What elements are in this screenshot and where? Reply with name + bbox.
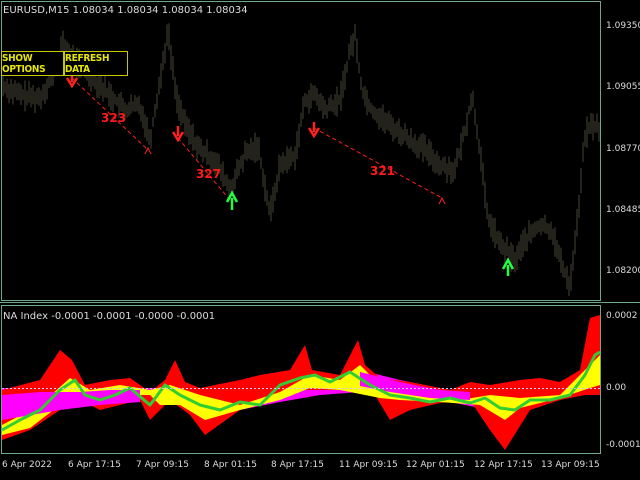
- price-tick: 1.08485: [606, 205, 640, 215]
- price-tick: 1.09055: [606, 82, 640, 92]
- pip-count-3: 321: [370, 164, 396, 178]
- time-tick: 6 Apr 2022: [2, 460, 52, 470]
- indicator-tick: -0.0001: [606, 440, 640, 450]
- sell-arrow-3: [307, 122, 321, 139]
- trend-end-mark-1: [144, 146, 152, 155]
- symbol-label: EURUSD,M15 1.08034 1.08034 1.08034 1.080…: [3, 5, 248, 16]
- time-tick: 13 Apr 09:15: [541, 460, 600, 470]
- indicator-label: NA Index -0.0001 -0.0001 -0.0000 -0.0001: [3, 311, 216, 322]
- price-tick: 1.09350: [606, 21, 640, 31]
- pip-count-1: 323: [101, 111, 127, 125]
- time-tick: 7 Apr 09:15: [136, 460, 189, 470]
- time-tick: 6 Apr 17:15: [68, 460, 121, 470]
- time-tick: 8 Apr 01:15: [204, 460, 257, 470]
- indicator-tick: 0.00: [606, 383, 627, 393]
- show-options-button[interactable]: SHOW OPTIONS: [1, 51, 64, 76]
- time-tick: 12 Apr 01:15: [406, 460, 465, 470]
- refresh-data-button[interactable]: REFRESH DATA: [64, 51, 128, 76]
- sell-arrow-2: [171, 126, 185, 143]
- price-tick: 1.08200: [606, 266, 640, 276]
- indicator-tick: 0.0002: [606, 311, 638, 321]
- pip-count-2: 327: [196, 167, 222, 181]
- price-tick: 1.08770: [606, 144, 640, 154]
- indicator-plot: [1, 315, 601, 450]
- time-tick: 12 Apr 17:15: [474, 460, 533, 470]
- time-tick: 8 Apr 17:15: [271, 460, 324, 470]
- trend-end-mark-2: [438, 196, 446, 205]
- time-tick: 11 Apr 09:15: [339, 460, 398, 470]
